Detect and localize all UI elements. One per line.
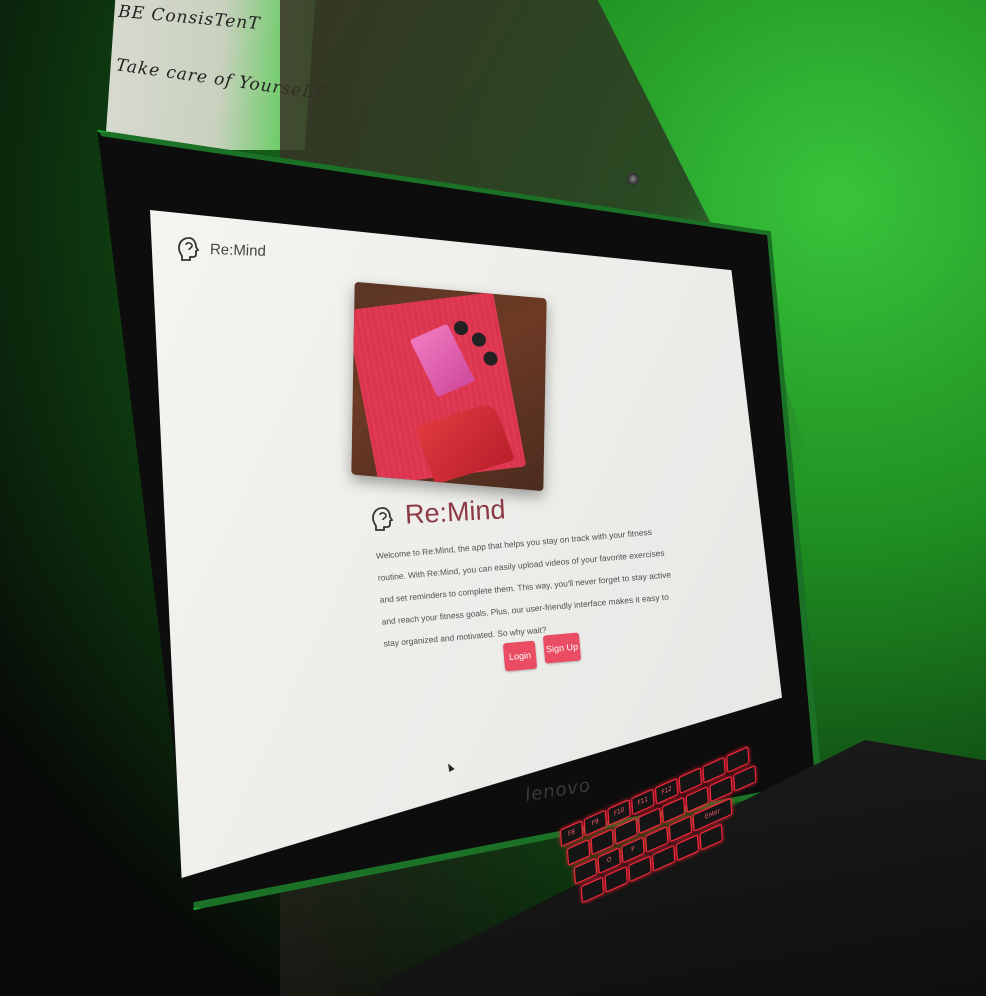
keyboard-key[interactable] [733,765,757,792]
app-title: Re:Mind [404,494,507,530]
dumbbell-weight-shape [453,320,469,336]
brain-head-logo-icon [372,507,394,531]
hero-image-yoga-mat [351,281,547,492]
photo-scene: BE ConsisTenT Take care of YourseLF Re:M… [0,0,986,996]
keyboard-key[interactable] [604,866,628,893]
keyboard-key[interactable] [699,823,723,851]
keyboard-key[interactable] [652,844,676,872]
keyboard-key[interactable] [580,876,605,904]
sign-up-button[interactable]: Sign Up [542,632,582,664]
dumbbell-weight-shape [483,351,498,367]
brain-head-logo-icon[interactable] [176,236,202,262]
dumbbell-weight-shape [471,331,486,348]
mouse-cursor-icon [445,762,455,772]
keyboard-key[interactable] [675,834,700,862]
keyboard-key[interactable] [628,855,652,883]
login-button[interactable]: Login [502,640,538,672]
header-app-name[interactable]: Re:Mind [210,241,266,260]
webcam-icon [627,173,639,185]
app-description: Welcome to Re:Mind, the app that helps y… [375,526,672,649]
